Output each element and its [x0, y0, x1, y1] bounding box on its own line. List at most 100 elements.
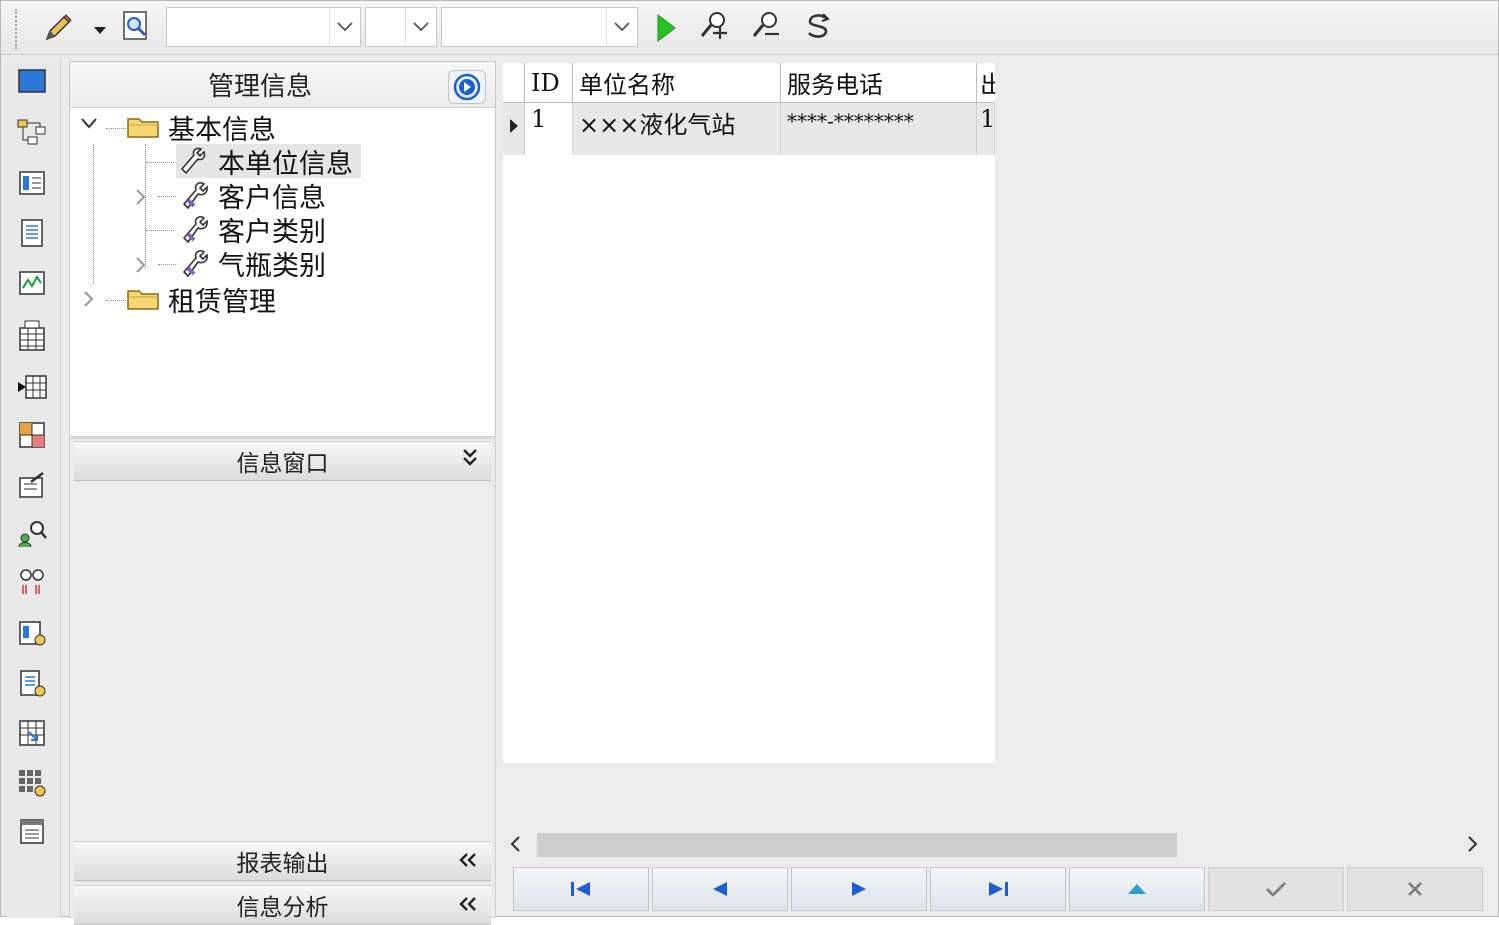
org-chart-icon[interactable]: [14, 115, 50, 151]
tool-icon: [182, 182, 208, 210]
tree-guide-line: [106, 128, 126, 129]
record-navigator: [509, 867, 1489, 912]
module-icon-bar: [6, 59, 61, 918]
chevron-right-icon[interactable]: [134, 188, 146, 211]
column-header-id[interactable]: ID: [525, 63, 573, 103]
tree-panel-header: 管理信息: [70, 62, 495, 108]
up-triangle-icon: [1128, 884, 1146, 894]
accordion-info-analysis[interactable]: 信息分析: [74, 885, 491, 925]
notes-icon[interactable]: [14, 813, 50, 849]
table-cell-unit-name[interactable]: ×××液化气站: [573, 103, 781, 155]
horizontal-scrollbar[interactable]: [501, 827, 1491, 863]
document-icon[interactable]: [14, 215, 50, 251]
combo-box-1[interactable]: [166, 7, 361, 47]
chevron-down-icon[interactable]: [405, 8, 436, 46]
grid-table-icon[interactable]: [14, 417, 50, 453]
next-record-button[interactable]: [791, 867, 927, 911]
circle-arrow-icon: [453, 73, 481, 101]
calendar-icon[interactable]: [14, 317, 50, 353]
chevron-down-icon[interactable]: [606, 8, 637, 46]
management-tree-panel: 管理信息 基本信息 本单位信息 客户信息 客户类别 气瓶类别 租赁管理: [69, 61, 496, 437]
tree-node-customer-info[interactable]: 客户信息: [176, 178, 326, 214]
tree-node-customer-category[interactable]: 客户类别: [176, 212, 326, 248]
post-record-button[interactable]: [1208, 867, 1344, 911]
window-icon[interactable]: [14, 63, 50, 99]
user-search-icon[interactable]: [14, 515, 50, 551]
info-window-panel: 信息窗口 报表输出 信息分析: [69, 438, 496, 925]
find-user-remove-icon[interactable]: [745, 6, 787, 46]
wrench-icon: [180, 147, 206, 175]
refresh-icon[interactable]: [797, 6, 839, 46]
table-import-icon[interactable]: [14, 369, 50, 405]
table-cell-truncated[interactable]: 1: [977, 103, 995, 155]
column-header-service-phone[interactable]: 服务电话: [781, 63, 977, 103]
check-icon: [1266, 882, 1286, 897]
table-cell-id[interactable]: 1: [525, 103, 573, 155]
doc-settings-icon[interactable]: [14, 665, 50, 701]
data-grid-area: ID 单位名称 服务电话 出 1 ×××液化气站 ****-******** 1: [501, 61, 1491, 831]
accordion-title: 报表输出: [236, 851, 329, 877]
chevron-down-icon[interactable]: [329, 8, 360, 46]
next-icon: [852, 882, 866, 896]
tree-node-label: 租赁管理: [168, 286, 276, 318]
scroll-left-icon[interactable]: [509, 835, 529, 855]
accordion-report-output[interactable]: 报表输出: [74, 841, 491, 881]
last-icon: [989, 882, 1008, 896]
sheet-export-icon[interactable]: [14, 715, 50, 751]
tree-guide-line: [106, 300, 126, 301]
chevron-right-icon[interactable]: [82, 290, 94, 313]
cylinder-icon[interactable]: [14, 565, 50, 601]
tree-node-label: 气瓶类别: [218, 250, 326, 282]
double-chevron-left-icon[interactable]: [457, 850, 479, 875]
tree-guide-line: [158, 264, 176, 265]
chevron-down-icon[interactable]: [80, 114, 98, 135]
toolbar-grip[interactable]: [15, 9, 18, 49]
toolbar: [1, 1, 1498, 55]
accordion-title: 信息窗口: [236, 451, 329, 477]
tree-guide-line: [158, 196, 176, 197]
tree-node-unit-info[interactable]: 本单位信息: [176, 144, 361, 180]
table-cell-service-phone[interactable]: ****-********: [781, 103, 977, 155]
double-chevron-down-icon[interactable]: [461, 446, 479, 474]
tree-guide-line: [93, 144, 94, 284]
column-header-truncated[interactable]: 出: [977, 63, 995, 103]
tree-node-rental-management[interactable]: 租赁管理: [126, 282, 276, 318]
combo-box-2[interactable]: [365, 7, 437, 47]
find-user-add-icon[interactable]: [693, 6, 735, 46]
dropdown-arrow-icon[interactable]: [89, 15, 111, 45]
first-icon: [571, 882, 590, 896]
tree-guide-line: [146, 162, 174, 163]
data-grid: ID 单位名称 服务电话 出 1 ×××液化气站 ****-******** 1: [503, 63, 995, 763]
folder-icon: [127, 290, 159, 310]
chevron-right-icon[interactable]: [134, 256, 146, 279]
tool-icon: [182, 216, 208, 244]
insert-record-button[interactable]: [1069, 867, 1205, 911]
last-record-button[interactable]: [930, 867, 1066, 911]
tree-node-cylinder-category[interactable]: 气瓶类别: [176, 246, 326, 282]
accordion-info-window[interactable]: 信息窗口: [74, 441, 491, 481]
grid-settings-icon[interactable]: [14, 765, 50, 801]
double-chevron-left-icon[interactable]: [457, 894, 479, 919]
collapse-panel-button[interactable]: [448, 70, 486, 104]
pencil-icon[interactable]: [37, 9, 79, 47]
edit-form-icon[interactable]: [14, 467, 50, 503]
scrollbar-thumb[interactable]: [537, 833, 1177, 857]
prior-icon: [713, 882, 727, 896]
form-icon[interactable]: [14, 165, 50, 201]
tree-guide-line: [146, 230, 174, 231]
first-record-button[interactable]: [513, 867, 649, 911]
combo-box-3[interactable]: [441, 7, 638, 47]
prior-record-button[interactable]: [652, 867, 788, 911]
run-icon[interactable]: [649, 9, 683, 47]
column-header-unit-name[interactable]: 单位名称: [573, 63, 781, 103]
tool-icon: [182, 250, 208, 278]
cancel-record-button[interactable]: [1347, 867, 1483, 911]
preview-icon[interactable]: [115, 7, 155, 45]
folder-icon: [127, 118, 159, 138]
tree-panel-title: 管理信息: [207, 71, 312, 102]
chart-icon[interactable]: [14, 265, 50, 301]
report-settings-icon[interactable]: [14, 615, 50, 651]
scroll-right-icon[interactable]: [1465, 835, 1485, 855]
row-indicator[interactable]: [503, 103, 525, 155]
tree-node-basic-info[interactable]: 基本信息: [126, 110, 276, 146]
